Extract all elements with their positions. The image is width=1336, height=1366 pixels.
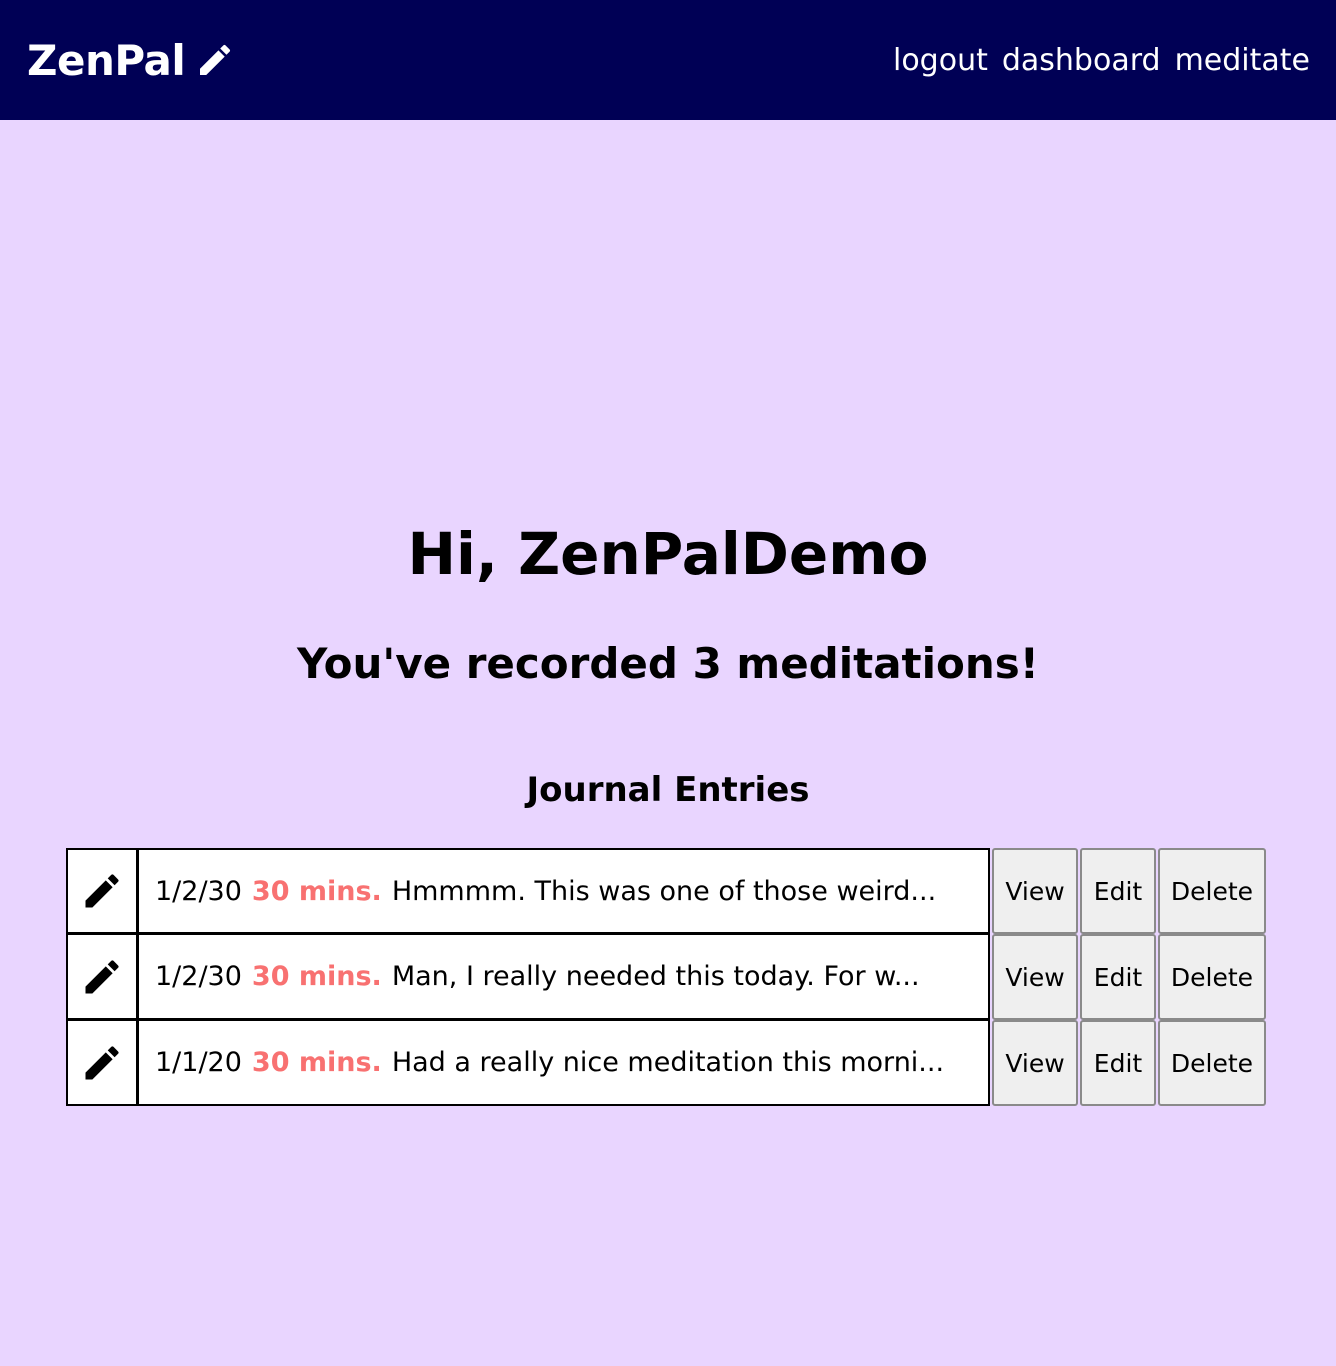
view-button[interactable]: View [992,848,1078,934]
nav-links: logout dashboard meditate [893,0,1310,120]
journal-entry-row: 1/1/20 30 mins. Had a really nice medita… [66,1020,1266,1106]
entry-duration: 30 mins. [251,961,382,992]
entry-icon-cell [66,1020,138,1106]
entry-preview: Hmmmm. This was one of those weird... [391,875,937,907]
journal-entries-heading: Journal Entries [526,770,810,810]
pencil-icon [195,40,235,80]
nav-link-dashboard[interactable]: dashboard [1002,43,1161,78]
entry-duration: 30 mins. [251,875,382,907]
delete-button[interactable]: Delete [1158,934,1266,1020]
brand-name: ZenPal [27,35,186,85]
pencil-icon [85,1045,119,1079]
entry-date: 1/2/30 [155,875,242,907]
nav-link-logout[interactable]: logout [893,43,988,78]
entry-preview: Man, I really needed this today. For w..… [391,961,920,992]
edit-button[interactable]: Edit [1080,848,1156,934]
nav-link-meditate[interactable]: meditate [1175,43,1310,78]
delete-button[interactable]: Delete [1158,1020,1266,1106]
entry-date: 1/1/20 [155,1047,242,1078]
entry-icon-cell [66,934,138,1020]
entry-icon-cell [66,848,138,934]
brand-logo[interactable]: ZenPal [27,0,235,120]
entry-text: 1/2/30 30 mins. Man, I really needed thi… [138,934,990,1020]
entry-duration: 30 mins. [251,1047,382,1078]
delete-button[interactable]: Delete [1158,848,1266,934]
view-button[interactable]: View [992,934,1078,1020]
meditation-count: You've recorded 3 meditations! [297,639,1039,688]
edit-button[interactable]: Edit [1080,1020,1156,1106]
entry-preview: Had a really nice meditation this morni.… [391,1047,945,1078]
navbar: ZenPal logout dashboard meditate [0,0,1336,120]
journal-entry-row: 1/2/30 30 mins. Man, I really needed thi… [66,934,1266,1020]
journal-entry-row: 1/2/30 30 mins. Hmmmm. This was one of t… [66,848,1266,934]
view-button[interactable]: View [992,1020,1078,1106]
journal-entries-list: 1/2/30 30 mins. Hmmmm. This was one of t… [66,848,1266,1106]
entry-date: 1/2/30 [155,961,242,992]
edit-button[interactable]: Edit [1080,934,1156,1020]
entry-text: 1/2/30 30 mins. Hmmmm. This was one of t… [138,848,990,934]
pencil-icon [85,874,119,908]
entry-text: 1/1/20 30 mins. Had a really nice medita… [138,1020,990,1106]
pencil-icon [85,959,119,993]
greeting-heading: Hi, ZenPalDemo [407,520,929,588]
